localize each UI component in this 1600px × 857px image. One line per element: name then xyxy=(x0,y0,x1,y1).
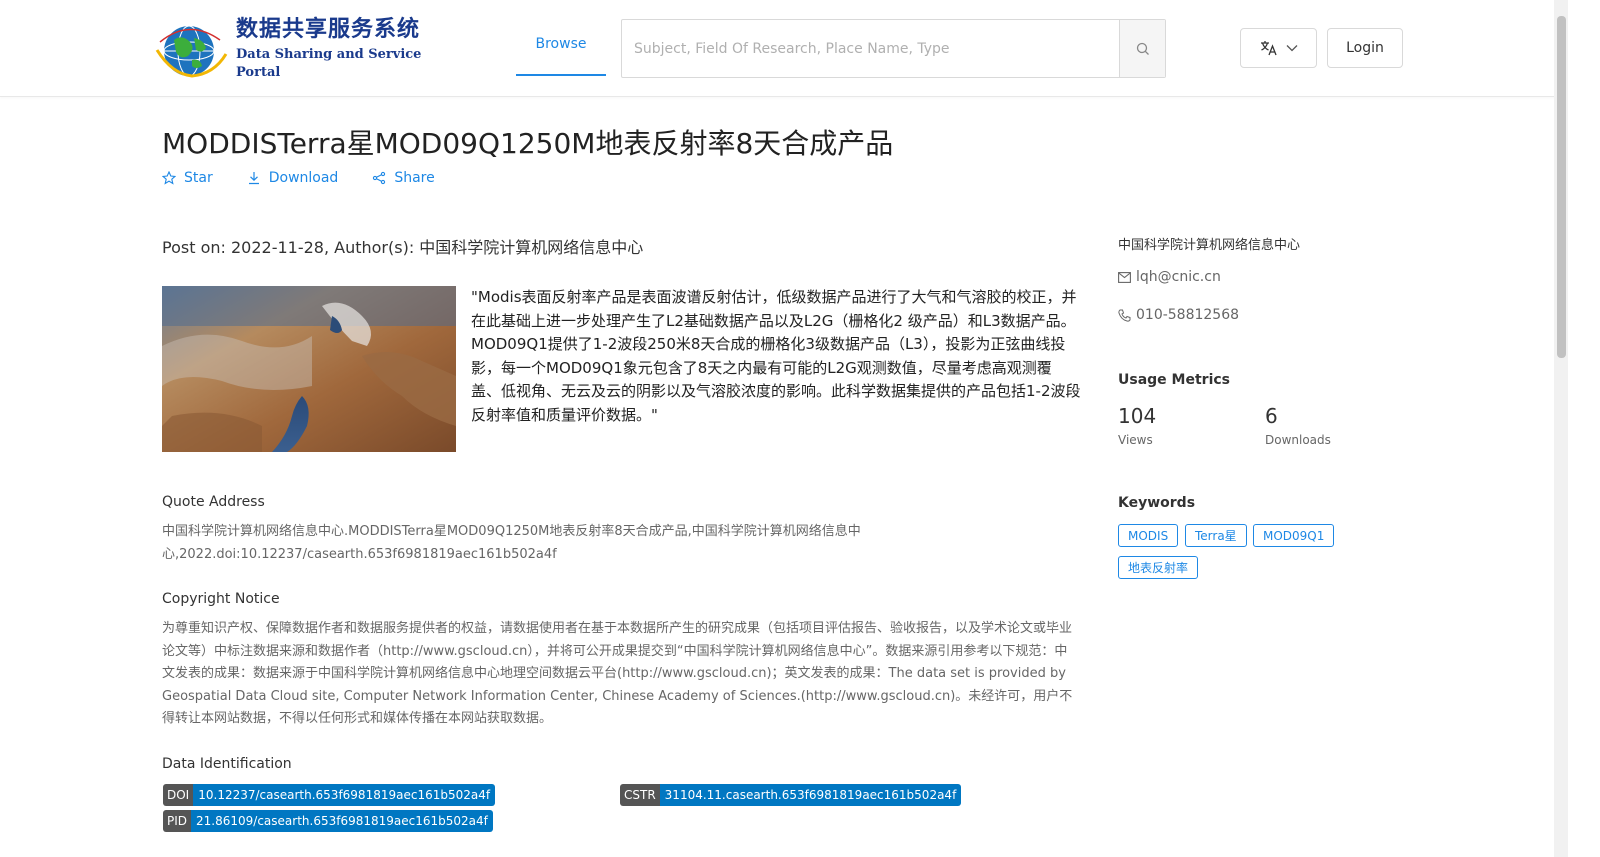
search-input[interactable] xyxy=(622,20,1119,77)
downloads-label: Downloads xyxy=(1265,433,1331,447)
translate-icon xyxy=(1260,41,1277,56)
dataset-thumbnail xyxy=(162,286,456,452)
dataset-description: "Modis表面反射率产品是表面波谱反射估计，低级数据产品进行了大气和气溶胶的校… xyxy=(471,288,1081,424)
star-button[interactable]: Star xyxy=(162,170,213,186)
logo-title-cn: 数据共享服务系统 xyxy=(236,17,421,42)
quote-text: 中国科学院计算机网络信息中心.MODDISTerra星MOD09Q1250M地表… xyxy=(162,524,861,562)
post-info: Post on: 2022-11-28, Author(s): 中国科学院计算机… xyxy=(162,238,644,257)
dataset-actions: Star Download Share xyxy=(162,170,435,186)
phone-text: 010-58812568 xyxy=(1136,307,1240,323)
sidebar-org: 中国科学院计算机网络信息中心 xyxy=(1118,238,1301,253)
language-dropdown[interactable] xyxy=(1240,28,1317,68)
page-edge xyxy=(1568,0,1600,857)
keyword-tag[interactable]: MOD09Q1 xyxy=(1253,524,1335,547)
doi-label: DOI xyxy=(163,784,194,806)
keyword-tag[interactable]: Terra星 xyxy=(1185,524,1247,547)
cstr-badge[interactable]: CSTR 31104.11.casearth.653f6981819aec161… xyxy=(620,784,962,806)
star-icon xyxy=(162,171,176,185)
pid-label: PID xyxy=(163,810,192,832)
search-icon xyxy=(1136,42,1149,55)
keyword-tag[interactable]: MODIS xyxy=(1118,524,1179,547)
cstr-value: 31104.11.casearth.653f6981819aec161b502a… xyxy=(659,784,962,806)
quote-heading: Quote Address xyxy=(162,494,265,510)
download-label: Download xyxy=(268,170,339,186)
pid-value: 21.86109/casearth.653f6981819aec161b502a… xyxy=(191,810,493,832)
share-label: Share xyxy=(394,170,435,186)
dataset-title: MODDISTerra星MOD09Q1250M地表反射率8天合成产品 xyxy=(162,127,894,160)
site-header: 数据共享服务系统 Data Sharing and Service Portal… xyxy=(0,0,1568,97)
downloads-count: 6 xyxy=(1265,404,1278,428)
site-logo[interactable]: 数据共享服务系统 Data Sharing and Service Portal xyxy=(152,17,432,80)
phone-icon xyxy=(1118,309,1131,322)
copyright-heading: Copyright Notice xyxy=(162,591,280,607)
pid-badge[interactable]: PID 21.86109/casearth.653f6981819aec161b… xyxy=(163,810,493,832)
scrollbar-thumb[interactable] xyxy=(1557,16,1566,358)
cstr-label: CSTR xyxy=(620,784,660,806)
contact-email[interactable]: lqh@cnic.cn xyxy=(1118,269,1221,285)
search-box xyxy=(621,19,1166,78)
keyword-tag[interactable]: 地表反射率 xyxy=(1118,556,1199,579)
nav-browse[interactable]: Browse xyxy=(516,18,606,76)
nav-browse-label: Browse xyxy=(535,36,587,52)
doi-badge[interactable]: DOI 10.12237/casearth.653f6981819aec161b… xyxy=(163,784,496,806)
email-text: lqh@cnic.cn xyxy=(1136,269,1221,285)
keywords-heading: Keywords xyxy=(1118,495,1196,511)
download-button[interactable]: Download xyxy=(247,170,339,186)
share-icon xyxy=(373,171,386,185)
views-count: 104 xyxy=(1118,404,1157,428)
mail-icon xyxy=(1118,271,1131,283)
chevron-down-icon xyxy=(1286,45,1297,52)
login-button[interactable]: Login xyxy=(1327,28,1403,68)
logo-title-en: Data Sharing and Service Portal xyxy=(236,47,422,80)
views-label: Views xyxy=(1118,433,1153,447)
contact-phone[interactable]: 010-58812568 xyxy=(1118,307,1239,323)
identification-heading: Data Identification xyxy=(162,756,292,772)
search-button[interactable] xyxy=(1119,20,1165,77)
usage-heading: Usage Metrics xyxy=(1118,372,1230,388)
copyright-text: 为尊重知识产权、保障数据作者和数据服务提供者的权益，请数据使用者在基于本数据所产… xyxy=(162,621,1073,726)
doi-value: 10.12237/casearth.653f6981819aec161b502a… xyxy=(193,784,496,806)
globe-logo-icon xyxy=(152,20,230,78)
star-label: Star xyxy=(184,170,213,186)
download-icon xyxy=(248,172,259,185)
share-button[interactable]: Share xyxy=(372,170,435,186)
